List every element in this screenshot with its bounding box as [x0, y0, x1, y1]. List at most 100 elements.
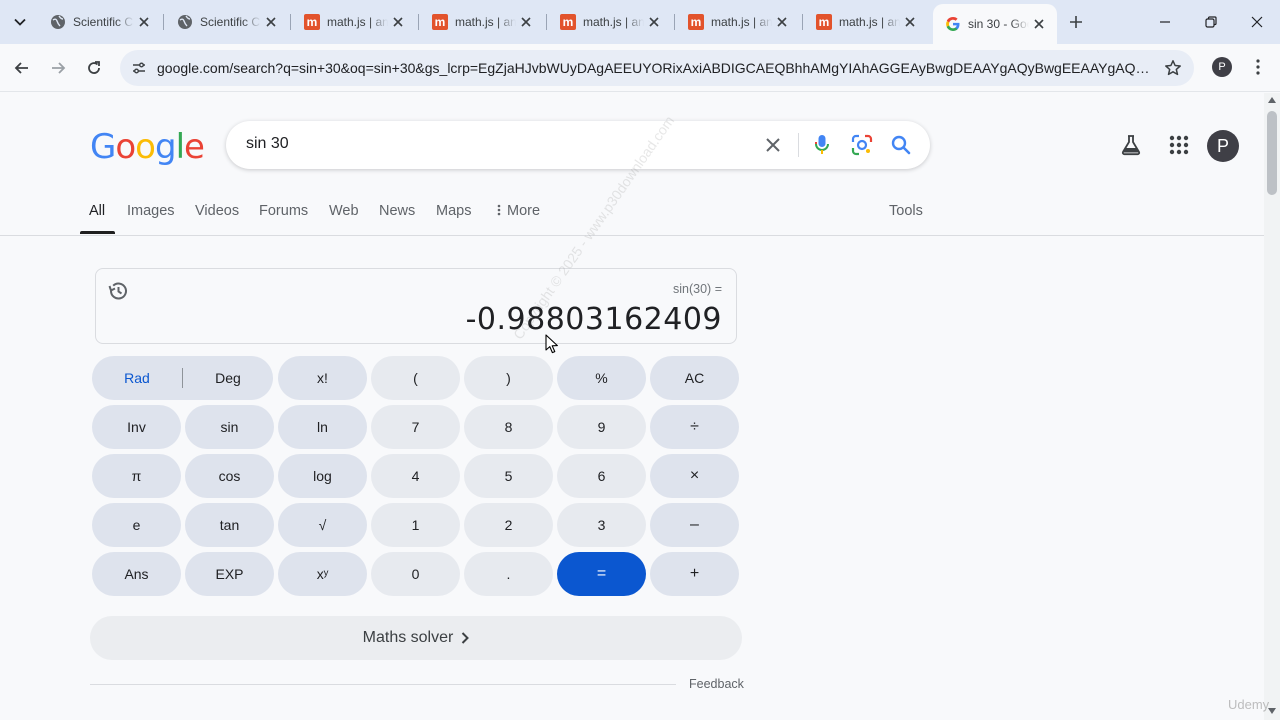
euler-key[interactable]: e [92, 503, 181, 547]
search-button[interactable] [889, 133, 913, 157]
close-tab-icon[interactable] [900, 12, 920, 32]
browser-toolbar: google.com/search?q=sin+30&oq=sin+30&gs_… [0, 44, 1280, 92]
deg-button[interactable]: Deg [183, 356, 273, 400]
feedback-divider [90, 684, 676, 685]
close-tab-icon[interactable] [772, 12, 792, 32]
digit-1-key[interactable]: 1 [371, 503, 460, 547]
percent-key[interactable]: % [557, 356, 646, 400]
tab-3[interactable]: m math.js | an extensive math library [292, 4, 416, 40]
ln-key[interactable]: ln [278, 405, 367, 449]
divide-key[interactable]: ÷ [650, 405, 739, 449]
scroll-up-arrow-icon[interactable] [1268, 97, 1276, 103]
browser-menu-button[interactable] [1248, 56, 1268, 78]
restore-button[interactable] [1188, 0, 1234, 44]
rad-button[interactable]: Rad [92, 356, 182, 400]
tab-web[interactable]: Web [329, 203, 359, 219]
answer-key[interactable]: Ans [92, 552, 181, 596]
close-tab-icon[interactable] [388, 12, 408, 32]
close-paren-key[interactable]: ) [464, 356, 553, 400]
tab-6[interactable]: m math.js | an extensive math library [676, 4, 800, 40]
tab-more[interactable]: More [497, 203, 540, 219]
tab-8-active[interactable]: sin 30 - Google Search [933, 4, 1057, 44]
lens-search-button[interactable] [850, 133, 874, 157]
scroll-down-arrow-icon[interactable] [1268, 708, 1276, 714]
history-button[interactable] [107, 280, 129, 302]
digit-8-key[interactable]: 8 [464, 405, 553, 449]
cos-key[interactable]: cos [185, 454, 274, 498]
tab-all[interactable]: All [89, 203, 105, 219]
digit-3-key[interactable]: 3 [557, 503, 646, 547]
mathjs-icon: m [816, 14, 832, 30]
new-tab-button[interactable] [1062, 8, 1090, 36]
google-logo[interactable]: Google [90, 127, 205, 167]
tab-5[interactable]: m math.js | an extensive math library [548, 4, 672, 40]
address-bar[interactable]: google.com/search?q=sin+30&oq=sin+30&gs_… [120, 50, 1194, 86]
digit-7-key[interactable]: 7 [371, 405, 460, 449]
feedback-link[interactable]: Feedback [689, 677, 744, 691]
close-tab-icon[interactable] [261, 12, 281, 32]
search-labs-button[interactable] [1119, 133, 1143, 157]
tab-separator [674, 14, 675, 30]
tab-4[interactable]: m math.js | an extensive math library [420, 4, 544, 40]
bookmark-star-button[interactable] [1162, 57, 1184, 79]
forward-button[interactable] [42, 52, 74, 84]
factorial-key[interactable]: x! [278, 356, 367, 400]
account-avatar[interactable]: P [1207, 130, 1239, 162]
log-key[interactable]: log [278, 454, 367, 498]
tab-news[interactable]: News [379, 203, 415, 219]
exp-key[interactable]: EXP [185, 552, 274, 596]
site-info-button[interactable] [126, 55, 152, 81]
close-tab-icon[interactable] [1029, 14, 1049, 34]
google-apps-button[interactable] [1167, 133, 1191, 157]
maths-solver-button[interactable]: Maths solver [90, 616, 742, 660]
digit-6-key[interactable]: 6 [557, 454, 646, 498]
calculator-display: sin(30) = -0.98803162409 [95, 268, 737, 344]
search-input[interactable]: sin 30 [246, 135, 289, 153]
browser-profile-avatar[interactable]: P [1212, 57, 1232, 77]
decimal-key[interactable]: . [464, 552, 553, 596]
tab-7[interactable]: m math.js | an extensive math library [804, 4, 928, 40]
search-box[interactable]: sin 30 [226, 121, 930, 169]
page-scrollbar[interactable] [1264, 93, 1280, 720]
mathjs-icon: m [560, 14, 576, 30]
tab-1[interactable]: Scientific Calculator [38, 4, 162, 40]
close-tab-icon[interactable] [644, 12, 664, 32]
minimize-icon [1160, 21, 1170, 23]
tab-search-button[interactable] [6, 8, 34, 36]
globe-icon [177, 14, 193, 30]
scrollbar-thumb[interactable] [1267, 111, 1277, 195]
back-button[interactable] [6, 52, 38, 84]
tools-button[interactable]: Tools [889, 203, 923, 219]
inverse-key[interactable]: Inv [92, 405, 181, 449]
pi-key[interactable]: π [92, 454, 181, 498]
digit-0-key[interactable]: 0 [371, 552, 460, 596]
tab-2[interactable]: Scientific Calculator [165, 4, 289, 40]
power-key[interactable]: xʸ [278, 552, 367, 596]
digit-4-key[interactable]: 4 [371, 454, 460, 498]
open-paren-key[interactable]: ( [371, 356, 460, 400]
tab-videos[interactable]: Videos [195, 203, 239, 219]
minimize-button[interactable] [1142, 0, 1188, 44]
more-vert-icon [497, 204, 501, 216]
reload-button[interactable] [78, 52, 110, 84]
subtract-key[interactable]: – [650, 503, 739, 547]
multiply-key[interactable]: × [650, 454, 739, 498]
digit-9-key[interactable]: 9 [557, 405, 646, 449]
close-tab-icon[interactable] [516, 12, 536, 32]
digit-5-key[interactable]: 5 [464, 454, 553, 498]
voice-search-button[interactable] [810, 133, 834, 157]
tan-key[interactable]: tan [185, 503, 274, 547]
close-tab-icon[interactable] [134, 12, 154, 32]
digit-2-key[interactable]: 2 [464, 503, 553, 547]
add-key[interactable]: + [650, 552, 739, 596]
all-clear-key[interactable]: AC [650, 356, 739, 400]
sin-key[interactable]: sin [185, 405, 274, 449]
tab-forums[interactable]: Forums [259, 203, 308, 219]
sqrt-key[interactable]: √ [278, 503, 367, 547]
close-window-button[interactable] [1234, 0, 1280, 44]
tab-maps[interactable]: Maps [436, 203, 471, 219]
url-text: google.com/search?q=sin+30&oq=sin+30&gs_… [157, 60, 1153, 76]
equals-key[interactable]: = [557, 552, 646, 596]
tab-images[interactable]: Images [127, 203, 175, 219]
clear-search-button[interactable] [761, 133, 785, 157]
